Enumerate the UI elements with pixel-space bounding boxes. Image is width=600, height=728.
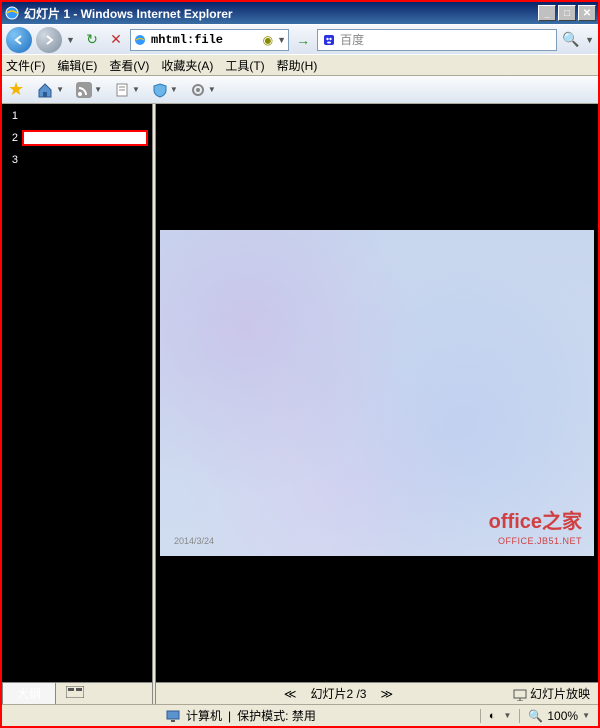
computer-icon — [166, 710, 180, 722]
current-slide: office之家 OFFICE.JB51.NET 2014/3/24 — [160, 230, 594, 556]
status-computer: 计算机 — [186, 707, 222, 724]
menu-tools[interactable]: 工具(T) — [225, 57, 264, 74]
address-bar[interactable]: mhtml:file ◉ ▼ — [130, 29, 289, 51]
slideshow-button[interactable]: 幻灯片放映 — [513, 685, 590, 702]
next-slide-button[interactable]: ≫ — [381, 687, 394, 701]
zoom-value: 100% — [547, 709, 578, 723]
thumbnail-3[interactable]: 3 — [6, 152, 148, 168]
prev-slide-button[interactable]: ≪ — [284, 687, 297, 701]
menu-file[interactable]: 文件(F) — [6, 57, 45, 74]
zoom-control[interactable]: 🔍 100% ▼ — [528, 709, 590, 723]
search-go-icon[interactable]: 🔍 — [561, 30, 581, 50]
compat-icon[interactable]: ◉ — [263, 33, 273, 47]
favorites-toolbar: ★ ▼ ▼ ▼ ▼ ▼ — [2, 76, 598, 104]
menu-favorites[interactable]: 收藏夹(A) — [161, 57, 213, 74]
nav-history-dropdown[interactable]: ▼ — [66, 35, 78, 45]
search-placeholder: 百度 — [340, 31, 364, 48]
statusbar: 计算机 | 保护模式: 禁用 ◐ ▼ 🔍 100% ▼ — [2, 704, 598, 726]
menu-view[interactable]: 查看(V) — [109, 57, 149, 74]
maximize-button[interactable]: □ — [558, 5, 576, 21]
nav-toolbar: ▼ ↻ ✕ mhtml:file ◉ ▼ → 百度 🔍 ▼ — [2, 24, 598, 54]
slide-viewport: office之家 OFFICE.JB51.NET 2014/3/24 — [156, 104, 598, 682]
ie-icon — [4, 5, 20, 21]
menu-help[interactable]: 帮助(H) — [277, 57, 318, 74]
thumbnail-2[interactable]: 2 — [6, 130, 148, 146]
search-dropdown-icon[interactable]: ▼ — [585, 35, 594, 45]
tools-button[interactable]: ▼ — [190, 82, 216, 98]
address-text: mhtml:file — [151, 33, 223, 47]
stop-icon[interactable]: ✕ — [106, 30, 126, 50]
close-button[interactable]: ✕ — [578, 5, 596, 21]
status-icon-1[interactable]: ◐ — [489, 710, 496, 722]
watermark-text: office之家 — [489, 505, 582, 534]
thumbnail-list: 1 2 3 — [2, 104, 152, 682]
sidebar-tabs: 大纲 — [2, 682, 152, 704]
menu-edit[interactable]: 编辑(E) — [57, 57, 97, 74]
print-button[interactable]: ▼ — [114, 82, 140, 98]
slide-nav-bar: ≪ 幻灯片2 /3 ≫ 幻灯片放映 — [156, 682, 598, 704]
status-separator: | — [228, 709, 231, 723]
zoom-dropdown[interactable]: ▼ — [582, 711, 590, 720]
safety-button[interactable]: ▼ — [152, 82, 178, 98]
slide-counter: 幻灯片2 /3 — [310, 685, 366, 702]
tab-outline[interactable]: 大纲 — [2, 682, 56, 704]
forward-button[interactable] — [36, 27, 62, 53]
slides-sidebar: 1 2 3 大纲 — [2, 104, 152, 704]
back-button[interactable] — [6, 27, 32, 53]
status-dropdown-1[interactable]: ▼ — [504, 711, 512, 720]
search-box[interactable]: 百度 — [317, 29, 557, 51]
titlebar: 幻灯片 1 - Windows Internet Explorer _ □ ✕ — [2, 2, 598, 24]
favorites-star-icon[interactable]: ★ — [8, 79, 24, 100]
feeds-button[interactable]: ▼ — [76, 82, 102, 98]
status-protected-mode: 保护模式: 禁用 — [237, 707, 316, 724]
menubar: 文件(F) 编辑(E) 查看(V) 收藏夹(A) 工具(T) 帮助(H) — [2, 54, 598, 76]
refresh-icon[interactable]: ↻ — [82, 30, 102, 50]
main-pane: office之家 OFFICE.JB51.NET 2014/3/24 ≪ 幻灯片… — [156, 104, 598, 704]
slide-date: 2014/3/24 — [174, 536, 214, 546]
tab-slides-icon[interactable] — [56, 684, 94, 703]
home-button[interactable]: ▼ — [36, 81, 64, 99]
minimize-button[interactable]: _ — [538, 5, 556, 21]
go-icon[interactable]: → — [293, 30, 313, 50]
watermark-subtext: OFFICE.JB51.NET — [498, 536, 582, 546]
window-title: 幻灯片 1 - Windows Internet Explorer — [24, 5, 538, 22]
content-area: 1 2 3 大纲 — [2, 104, 598, 704]
address-dropdown-icon[interactable]: ▼ — [277, 35, 286, 45]
zoom-icon: 🔍 — [528, 709, 543, 723]
thumbnail-1[interactable]: 1 — [6, 108, 148, 124]
